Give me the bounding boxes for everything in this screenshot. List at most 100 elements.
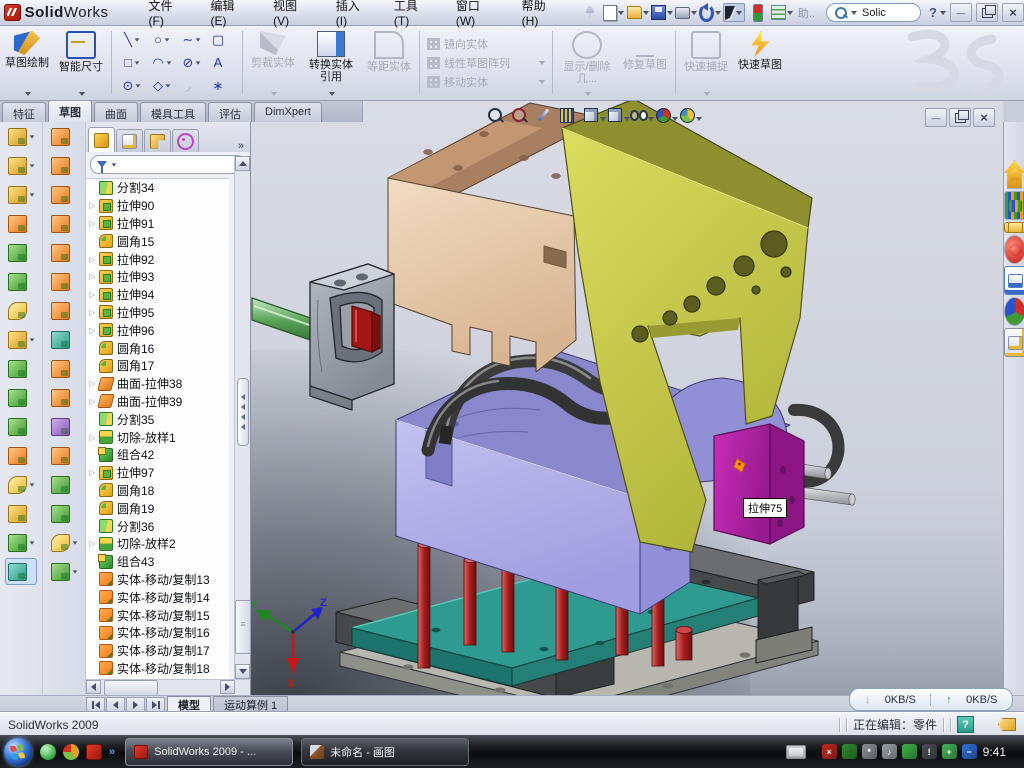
quick-launch-overflow-icon[interactable]: [109, 746, 115, 758]
scroll-down-button[interactable]: [235, 664, 250, 679]
pin-icon[interactable]: [579, 3, 601, 22]
sketch-entity-button[interactable]: ▢: [207, 28, 237, 51]
graphics-area[interactable]: Y Z X 拉伸75: [250, 100, 1003, 695]
tree-item[interactable]: 切除-放样1: [86, 428, 229, 446]
solidworks-resources-tab[interactable]: [1004, 160, 1024, 189]
sketch-entity-button[interactable]: ⊘: [177, 51, 207, 74]
planar-surface-icon[interactable]: [48, 297, 80, 324]
quick-tips-icon[interactable]: [957, 716, 974, 733]
sketch-entity-button[interactable]: ◠: [147, 51, 177, 74]
offset-surface-icon[interactable]: [48, 326, 80, 353]
appearances-tab[interactable]: [1004, 297, 1024, 326]
command-tab[interactable]: 曲面: [94, 102, 138, 122]
split-icon[interactable]: [5, 355, 37, 382]
task-paint[interactable]: 未命名 - 画图: [301, 738, 469, 766]
help-button[interactable]: ?: [929, 5, 937, 20]
undo-button[interactable]: [699, 3, 721, 22]
lofted-surface-icon[interactable]: [48, 210, 80, 237]
tree-item[interactable]: 拉伸97: [86, 464, 229, 482]
expand-arrow-icon[interactable]: [89, 397, 98, 406]
dimxpert-manager-tab[interactable]: [172, 129, 199, 152]
shield-tray-icon[interactable]: [842, 744, 857, 759]
doc-restore-button[interactable]: [949, 108, 971, 127]
design-library-tab[interactable]: [1004, 191, 1024, 220]
tree-item[interactable]: 实体-移动/复制15: [86, 606, 229, 624]
section-view-icon[interactable]: [558, 106, 576, 124]
tree-item[interactable]: 实体-移动/复制14: [86, 588, 229, 606]
panel-expand-icon[interactable]: [234, 140, 248, 152]
expand-arrow-icon[interactable]: [89, 379, 98, 388]
revolved-surface-icon[interactable]: [48, 152, 80, 179]
command-tab[interactable]: 特征: [2, 102, 46, 122]
tree-filter-box[interactable]: [90, 155, 246, 174]
apply-scene-icon[interactable]: [678, 106, 696, 124]
doc-minimize-button[interactable]: [925, 108, 947, 127]
zoom-to-fit-icon[interactable]: [486, 106, 504, 124]
curve-icon[interactable]: [5, 529, 37, 556]
taskbar-clock[interactable]: 9:41: [983, 745, 1006, 759]
tree-item[interactable]: 拉伸93: [86, 268, 229, 286]
expand-arrow-icon[interactable]: [89, 219, 98, 228]
display-delete-relations-button[interactable]: 显示/删除几...: [557, 27, 617, 98]
close-button[interactable]: [1002, 3, 1024, 22]
extrude-cut-icon[interactable]: [5, 239, 37, 266]
restore-button[interactable]: [976, 3, 998, 22]
trim-entities-button[interactable]: 剪裁实体: [247, 27, 299, 98]
tree-item[interactable]: 实体-移动/复制18: [86, 660, 229, 678]
tree-item[interactable]: 拉伸91: [86, 215, 229, 233]
display-style-icon[interactable]: [606, 106, 624, 124]
expand-arrow-icon[interactable]: [89, 255, 98, 264]
network-warning-tray-icon[interactable]: !: [922, 744, 937, 759]
prev-tab-button[interactable]: [106, 697, 125, 713]
task-solidworks[interactable]: SolidWorks 2009 - ...: [125, 738, 293, 766]
magnified-selection-icon[interactable]: [534, 106, 552, 124]
scroll-up-button[interactable]: [235, 156, 250, 171]
search-input[interactable]: [860, 6, 912, 20]
pattern-stack-button[interactable]: 移动实体: [427, 74, 545, 90]
tree-item[interactable]: 圆角17: [86, 357, 229, 375]
antivirus-tray-icon[interactable]: ×: [822, 744, 837, 759]
expand-arrow-icon[interactable]: [89, 468, 98, 477]
tree-item[interactable]: 组合43: [86, 553, 229, 571]
smart-dimension-button[interactable]: 智能尺寸: [55, 27, 107, 98]
motion-study-tab[interactable]: 运动算例 1: [213, 696, 288, 713]
view-palette-tab[interactable]: [1004, 266, 1024, 295]
thicken-icon[interactable]: [48, 413, 80, 440]
tree-item[interactable]: 拉伸94: [86, 286, 229, 304]
solidworks-toolbox-tab[interactable]: [1004, 235, 1024, 264]
messenger-icon[interactable]: [40, 744, 56, 760]
tree-item[interactable]: 圆角16: [86, 339, 229, 357]
boundary-surface-icon[interactable]: [48, 239, 80, 266]
rapid-sketch-button[interactable]: 快速草图: [734, 27, 786, 98]
command-tab[interactable]: 模具工具: [140, 102, 206, 122]
first-tab-button[interactable]: [86, 697, 105, 713]
print-button[interactable]: [675, 3, 697, 22]
sketch-entity-button[interactable]: ∼: [177, 28, 207, 51]
sketch-entity-button[interactable]: A: [207, 51, 237, 74]
extend-surface-icon[interactable]: [48, 471, 80, 498]
menu-item[interactable]: 文件(F): [137, 0, 199, 31]
sketch-entity-button[interactable]: ⊙: [117, 74, 147, 97]
doc-close-button[interactable]: [973, 108, 995, 127]
menu-item[interactable]: 窗口(W): [444, 0, 510, 31]
start-button[interactable]: [4, 738, 32, 766]
combine-icon[interactable]: [5, 413, 37, 440]
scrollbar-thumb[interactable]: [235, 600, 251, 654]
help-dropdown-icon[interactable]: [940, 11, 946, 15]
save-button[interactable]: [651, 3, 673, 22]
revolve-cut-icon[interactable]: [5, 268, 37, 295]
edit-appearance-icon[interactable]: [654, 106, 672, 124]
pattern-stack-button[interactable]: 线性草图阵列: [427, 55, 545, 71]
pc-suite-tray-icon[interactable]: −: [962, 744, 977, 759]
extrude-boss-icon[interactable]: [5, 123, 37, 150]
tree-item[interactable]: 拉伸90: [86, 197, 229, 215]
file-explorer-tab[interactable]: [1004, 222, 1024, 233]
quick-snaps-button[interactable]: 快速捕捉: [680, 27, 732, 98]
expand-arrow-icon[interactable]: [89, 308, 98, 317]
split-2-icon[interactable]: [5, 384, 37, 411]
scrollbar-thumb[interactable]: [104, 680, 158, 696]
zoom-to-area-icon[interactable]: [510, 106, 528, 124]
plane-icon[interactable]: [5, 500, 37, 527]
sketch-entity-button[interactable]: □: [117, 51, 147, 74]
sketch-entity-button[interactable]: ○: [147, 28, 177, 51]
